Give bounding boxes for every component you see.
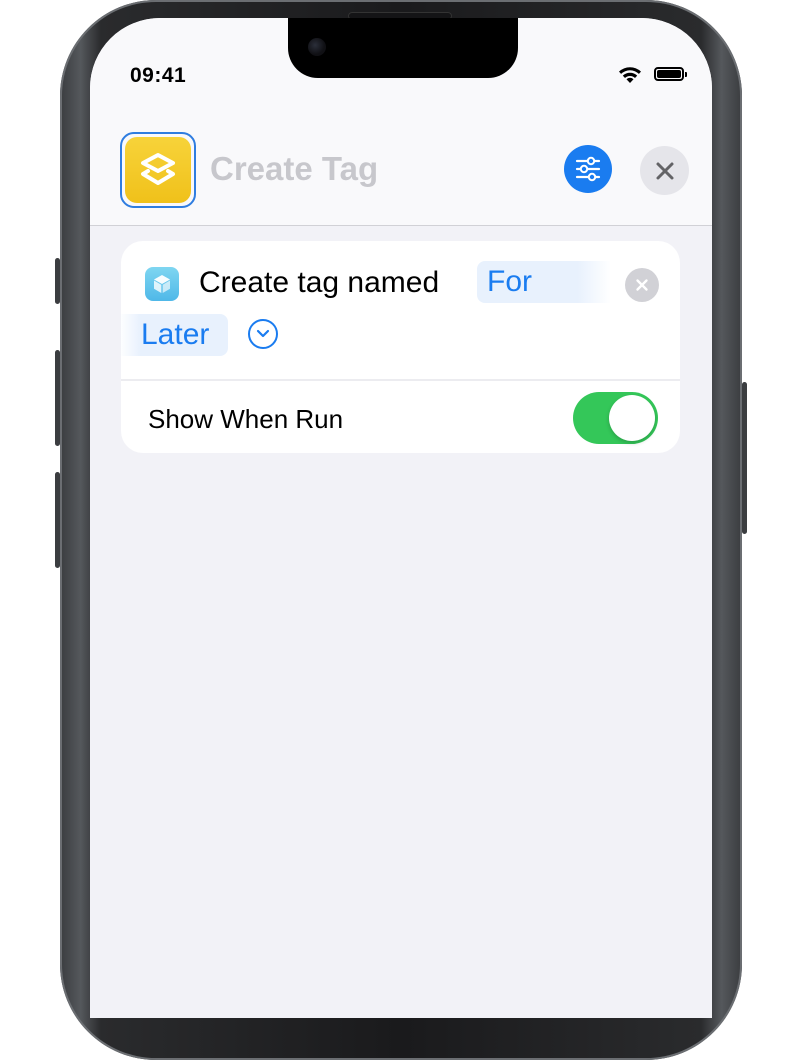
action-card: Create tag named For Later Show When Run xyxy=(119,241,680,453)
chevron-down-icon xyxy=(256,329,270,338)
screen: 09:41 Create Tag Create tag named For La… xyxy=(90,18,712,1018)
header: 09:41 Create Tag xyxy=(90,18,712,226)
status-time: 09:41 xyxy=(130,64,187,87)
camera-icon xyxy=(308,38,326,56)
volume-up-button xyxy=(55,350,60,446)
power-button xyxy=(742,382,747,534)
shortcuts-app-icon[interactable] xyxy=(120,132,196,208)
volume-down-button xyxy=(55,472,60,568)
close-button[interactable] xyxy=(640,146,689,195)
action-button xyxy=(55,258,60,304)
show-when-run-toggle[interactable] xyxy=(573,392,658,444)
tag-name-parameter[interactable]: For xyxy=(477,261,611,303)
close-icon xyxy=(656,162,673,179)
settings-button[interactable] xyxy=(564,145,612,193)
divider xyxy=(121,379,680,381)
shortcuts-icon xyxy=(125,137,191,203)
notch xyxy=(288,18,518,78)
clear-icon xyxy=(636,279,648,291)
wifi-icon xyxy=(619,67,641,83)
battery-icon xyxy=(654,67,687,81)
clear-button[interactable] xyxy=(625,268,659,302)
expand-button[interactable] xyxy=(248,319,278,349)
action-label: Create tag named xyxy=(199,266,440,299)
show-when-run-label: Show When Run xyxy=(148,404,344,434)
toggle-knob xyxy=(609,395,655,441)
page-title: Create Tag xyxy=(210,150,379,187)
tag-app-icon xyxy=(145,267,179,301)
tag-name-parameter-continued[interactable]: Later xyxy=(119,314,228,356)
settings-sliders-icon xyxy=(575,156,601,182)
